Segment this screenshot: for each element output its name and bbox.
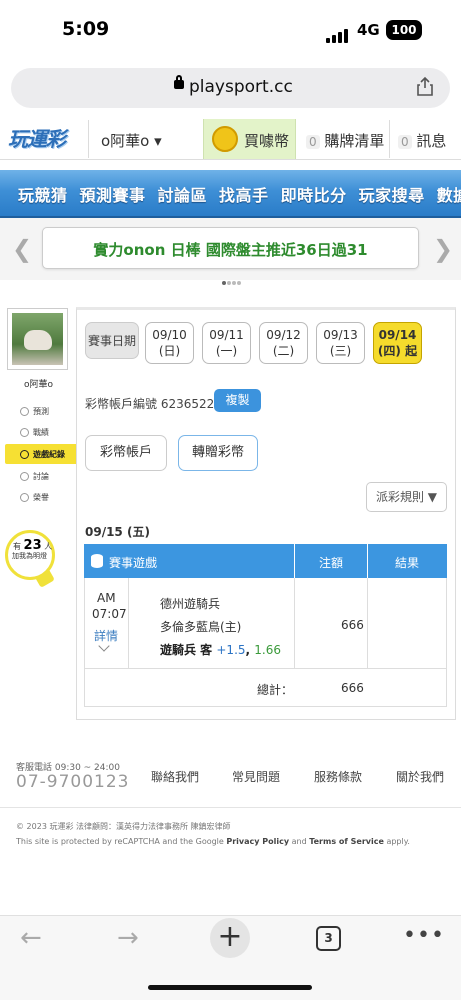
coin-account-button[interactable]: 彩幣帳戶 — [85, 435, 167, 471]
sidebar-item-honor[interactable]: 榮譽 — [20, 492, 49, 503]
date-button[interactable]: 09/13 (三) — [316, 322, 365, 364]
sidebar-item-discuss[interactable]: 討論 — [20, 471, 49, 482]
column-header-amount: 注額 — [319, 556, 344, 570]
sidebar-item-predict[interactable]: 預測 — [20, 406, 49, 417]
record-icon — [20, 428, 29, 437]
nav-item[interactable]: 即時比分 — [281, 186, 347, 205]
user-menu[interactable]: o阿華o ▾ — [101, 130, 162, 151]
account-number: 彩幣帳戶編號 62365226 — [85, 397, 222, 411]
network-type: 4G — [357, 21, 380, 39]
game-log-icon — [20, 450, 29, 459]
terms-of-service-link[interactable]: Terms of Service — [309, 837, 384, 846]
game-time: 07:07 — [92, 607, 127, 621]
chevron-left-icon[interactable]: ❮ — [12, 235, 32, 263]
sidebar-item-game-log[interactable]: 遊戲紀錄 — [20, 449, 65, 460]
header-divider — [88, 120, 89, 158]
copy-button[interactable]: 複製 — [214, 389, 261, 412]
cart-count: 0 — [306, 135, 320, 149]
bulb-text[interactable]: 加我為明燈 — [12, 551, 47, 561]
header-divider — [367, 544, 368, 578]
message-label: 訊息 — [416, 132, 447, 150]
banner-pagination — [222, 270, 242, 289]
buy-coin-label[interactable]: 買噱幣 — [244, 130, 289, 151]
bet-amount: 666 — [341, 618, 364, 632]
footer-link-faq[interactable]: 常見問題 — [232, 768, 280, 785]
away-team: 德州遊騎兵 — [160, 597, 221, 611]
cart-label: 購牌清單 — [324, 132, 385, 150]
home-indicator — [148, 985, 312, 990]
message-count: 0 — [398, 135, 412, 149]
cart-link[interactable]: 0 購牌清單 — [306, 130, 384, 151]
payout-rules-dropdown[interactable]: 派彩規則 ▼ — [366, 482, 447, 512]
header-divider — [389, 120, 390, 158]
main-nav-items: 玩競猜預測賽事討論區找高手即時比分玩家搜尋數據 — [18, 182, 461, 206]
game-ampm: AM — [97, 591, 116, 605]
tabs-count-button[interactable]: 3 — [316, 926, 341, 951]
cell-divider — [128, 578, 129, 669]
bet-line: +1.5 — [216, 643, 246, 657]
battery-icon: 100 — [386, 20, 422, 40]
recaptcha-notice: This site is protected by reCAPTCHA and … — [16, 837, 410, 846]
total-label: 總計： — [257, 683, 294, 697]
url-text[interactable]: playsport.cc — [189, 77, 293, 97]
footer-divider — [0, 807, 461, 808]
date-label: 賽事日期 — [85, 322, 139, 359]
predict-icon — [20, 407, 29, 416]
nav-item[interactable]: 討論區 — [158, 186, 208, 205]
transfer-coin-button[interactable]: 轉贈彩幣 — [178, 435, 258, 471]
date-button[interactable]: 09/12 (二) — [259, 322, 308, 364]
column-header-result: 結果 — [395, 556, 420, 570]
lock-icon — [174, 75, 184, 89]
footer-link-terms[interactable]: 服務條款 — [314, 768, 362, 785]
discuss-icon — [20, 472, 29, 481]
total-value: 666 — [341, 681, 364, 695]
date-button[interactable]: 09/10 (日) — [145, 322, 194, 364]
date-button[interactable]: 09/11 (一) — [202, 322, 251, 364]
bet-odds: 1.66 — [254, 643, 281, 657]
more-dots-icon[interactable]: ••• — [403, 923, 445, 948]
site-logo[interactable]: 玩運彩 — [8, 123, 78, 153]
honor-icon — [20, 493, 29, 502]
share-icon[interactable] — [416, 76, 434, 96]
log-date-heading: 09/15 (五) — [85, 525, 150, 539]
service-phone[interactable]: 07-9700123 — [16, 772, 129, 792]
nav-item[interactable]: 玩競猜 — [18, 186, 68, 205]
promo-banner-text[interactable]: 實力onon 日棒 國際盤主推近36日過31 — [42, 239, 419, 260]
footer-link-contact[interactable]: 聯絡我們 — [151, 768, 199, 785]
nav-item[interactable]: 找高手 — [219, 186, 269, 205]
message-link[interactable]: 0 訊息 — [398, 130, 446, 151]
sidebar-username[interactable]: o阿華o — [24, 377, 53, 390]
coin-icon — [212, 126, 238, 152]
signal-icon — [326, 24, 350, 43]
chevron-right-icon[interactable]: ❯ — [433, 235, 453, 263]
bet-pick: 遊騎兵 客 +1.5, 1.66 — [160, 643, 281, 657]
forward-arrow-icon[interactable]: → — [117, 923, 139, 953]
database-icon — [91, 554, 103, 568]
status-time: 5:09 — [62, 18, 110, 40]
back-arrow-icon[interactable]: ← — [20, 923, 42, 953]
nav-item[interactable]: 預測賽事 — [80, 186, 146, 205]
nav-item[interactable]: 玩家搜尋 — [359, 186, 425, 205]
home-team: 多倫多藍鳥(主) — [160, 620, 242, 634]
cell-divider — [367, 578, 368, 669]
privacy-policy-link[interactable]: Privacy Policy — [226, 837, 289, 846]
sidebar-item-record[interactable]: 戰績 — [20, 427, 49, 438]
avatar-photo — [24, 330, 52, 350]
copyright-text: © 2023 玩運彩 法律顧問：漢英得力法律事務所 陳鎮宏律師 — [16, 822, 231, 831]
date-button-active[interactable]: 09/14 (四) 起 — [373, 322, 422, 364]
footer-link-about[interactable]: 關於我們 — [396, 768, 444, 785]
new-tab-plus-icon[interactable]: + — [210, 918, 250, 958]
header-divider — [294, 544, 295, 578]
column-header-game: 賽事遊戲 — [109, 556, 158, 570]
nav-item[interactable]: 數據 — [437, 186, 461, 205]
cell-divider — [294, 578, 295, 669]
